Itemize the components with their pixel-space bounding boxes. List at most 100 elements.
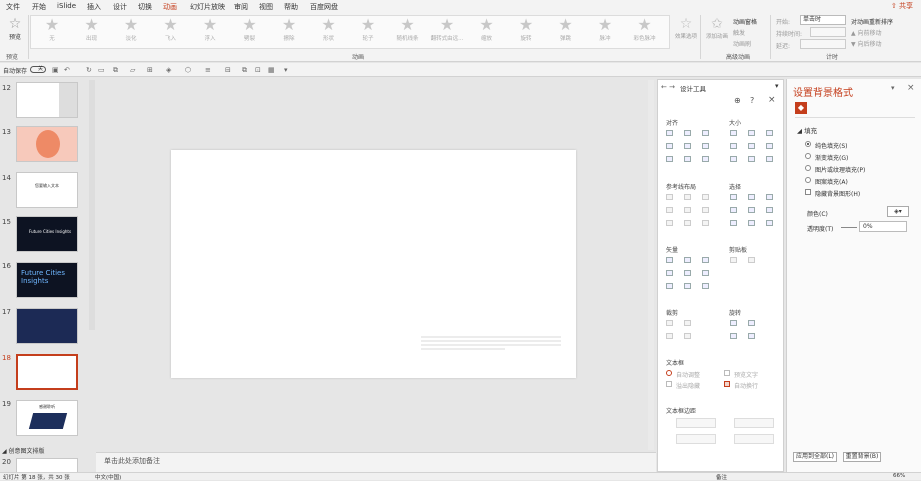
add-animation-button[interactable]: ✩ 添加动画	[704, 16, 730, 40]
margin-left-input[interactable]	[676, 418, 716, 428]
animation-effect-1[interactable]: ★ 出现	[74, 17, 110, 43]
design-tool-icon[interactable]	[702, 207, 709, 213]
design-tool-icon[interactable]	[702, 270, 709, 276]
reset-background-button[interactable]: 重置背景(B)	[843, 452, 881, 462]
menu-islide[interactable]: iSlide	[57, 2, 76, 10]
help-icon[interactable]: ?	[750, 96, 754, 105]
design-tool-icon[interactable]	[748, 194, 755, 200]
animation-effect-6[interactable]: ★ 擦除	[271, 17, 307, 43]
redo-icon[interactable]: ↻	[86, 66, 92, 74]
slide-scrollbar[interactable]	[648, 80, 654, 450]
design-tool-icon[interactable]	[766, 156, 773, 162]
design-tool-icon[interactable]	[766, 194, 773, 200]
animation-effect-4[interactable]: ★ 浮入	[192, 17, 228, 43]
delay-input[interactable]	[800, 39, 846, 49]
design-tool-icon[interactable]	[702, 143, 709, 149]
design-tool-icon[interactable]	[766, 207, 773, 213]
auto-wrap-checkbox[interactable]	[724, 381, 730, 387]
design-tool-icon[interactable]	[702, 156, 709, 162]
design-tool-icon[interactable]	[730, 207, 737, 213]
design-tool-icon[interactable]	[666, 220, 673, 226]
design-tool-icon[interactable]	[748, 220, 755, 226]
design-tool-icon[interactable]	[748, 257, 755, 263]
design-tool-icon[interactable]	[684, 333, 691, 339]
group-icon[interactable]: ⬡	[185, 66, 191, 74]
animation-painter-button[interactable]: 动画刷	[733, 39, 751, 48]
add-icon[interactable]: ⊕	[734, 96, 741, 105]
transparency-input[interactable]: 0%	[859, 221, 907, 232]
slide-thumbnail-13[interactable]	[16, 126, 78, 162]
hide-bg-checkbox[interactable]	[805, 189, 811, 195]
design-tool-icon[interactable]	[730, 257, 737, 263]
animation-effect-15[interactable]: ★ 彩色脉冲	[627, 17, 663, 43]
margin-right-input[interactable]	[734, 418, 774, 428]
design-tool-icon[interactable]	[702, 283, 709, 289]
pattern-fill-radio[interactable]	[805, 177, 811, 183]
design-tool-icon[interactable]	[666, 257, 673, 263]
design-tool-icon[interactable]	[702, 194, 709, 200]
design-tool-icon[interactable]	[730, 143, 737, 149]
design-tool-icon[interactable]	[666, 143, 673, 149]
back-forward-icons[interactable]: ← →	[661, 83, 675, 91]
design-tool-icon[interactable]	[748, 320, 755, 326]
design-tool-icon[interactable]	[730, 333, 737, 339]
panel-menu-icon[interactable]: ▾	[775, 82, 779, 90]
close-icon[interactable]: ×	[768, 95, 776, 105]
animation-effect-10[interactable]: ★ 翻转式由远...	[429, 17, 465, 43]
slide-thumbnail-18[interactable]	[16, 354, 78, 390]
slide-thumbnail-17[interactable]	[16, 308, 78, 344]
copy-icon[interactable]: ⧉	[242, 66, 247, 75]
distribute-icon[interactable]: ⊟	[225, 66, 231, 74]
undo-icon[interactable]: ↶	[64, 66, 70, 74]
design-tool-icon[interactable]	[684, 257, 691, 263]
animation-effect-9[interactable]: ★ 随机线条	[390, 17, 426, 43]
animation-effect-8[interactable]: ★ 轮子	[350, 17, 386, 43]
slide-thumbnail-19[interactable]: 感谢聆听	[16, 400, 78, 436]
design-tool-icon[interactable]	[730, 194, 737, 200]
design-tool-icon[interactable]	[730, 156, 737, 162]
animation-effect-0[interactable]: ★ 无	[34, 17, 70, 43]
shape-icon[interactable]: ▱	[130, 66, 135, 74]
fill-bucket-icon[interactable]: ◆	[795, 102, 807, 114]
auto-adjust-radio[interactable]	[666, 370, 672, 376]
animation-effect-11[interactable]: ★ 缩放	[469, 17, 505, 43]
design-tool-icon[interactable]	[702, 130, 709, 136]
picture-fill-radio[interactable]	[805, 165, 811, 171]
move-later-button[interactable]: ▼ 向后移动	[851, 39, 882, 48]
menu-design[interactable]: 设计	[113, 2, 127, 12]
new-slide-icon[interactable]: ▭	[98, 66, 105, 74]
design-tool-icon[interactable]	[666, 270, 673, 276]
animation-effect-14[interactable]: ★ 脉冲	[587, 17, 623, 43]
effect-options-button[interactable]: ☆ 效果选项	[674, 16, 698, 40]
design-tool-icon[interactable]	[684, 270, 691, 276]
animation-effect-7[interactable]: ★ 形状	[311, 17, 347, 43]
arrange-icon[interactable]: ⊞	[147, 66, 153, 74]
overflow-hide-checkbox[interactable]	[666, 381, 672, 387]
menu-slideshow[interactable]: 幻灯片放映	[190, 2, 225, 12]
fill-icon[interactable]: ◈	[166, 66, 171, 74]
design-tool-icon[interactable]	[730, 320, 737, 326]
design-tool-icon[interactable]	[766, 143, 773, 149]
design-tool-icon[interactable]	[702, 220, 709, 226]
apply-all-button[interactable]: 应用到全部(L)	[793, 452, 837, 462]
slide-thumbnail-12[interactable]	[16, 82, 78, 118]
design-tool-icon[interactable]	[730, 130, 737, 136]
design-tool-icon[interactable]	[766, 220, 773, 226]
design-tool-icon[interactable]	[766, 130, 773, 136]
menu-home[interactable]: 开始	[32, 2, 46, 12]
section-header[interactable]: ◢ 创意图文排版	[2, 446, 45, 455]
design-tool-icon[interactable]	[684, 143, 691, 149]
current-slide[interactable]	[171, 150, 576, 378]
preview-button[interactable]: ☆ 预览	[4, 16, 26, 41]
design-tool-icon[interactable]	[684, 156, 691, 162]
design-tool-icon[interactable]	[748, 143, 755, 149]
design-tool-icon[interactable]	[666, 320, 673, 326]
slide-thumbnail-16[interactable]: Future Cities Insights	[16, 262, 78, 298]
animation-effect-3[interactable]: ★ 飞入	[153, 17, 189, 43]
thumbnail-scrollbar[interactable]	[89, 80, 95, 330]
notes-pane[interactable]: 单击此处添加备注	[96, 452, 656, 472]
design-tool-icon[interactable]	[666, 194, 673, 200]
animation-effect-12[interactable]: ★ 旋转	[508, 17, 544, 43]
design-tool-icon[interactable]	[666, 130, 673, 136]
autosave-toggle[interactable]: 关	[30, 66, 46, 73]
